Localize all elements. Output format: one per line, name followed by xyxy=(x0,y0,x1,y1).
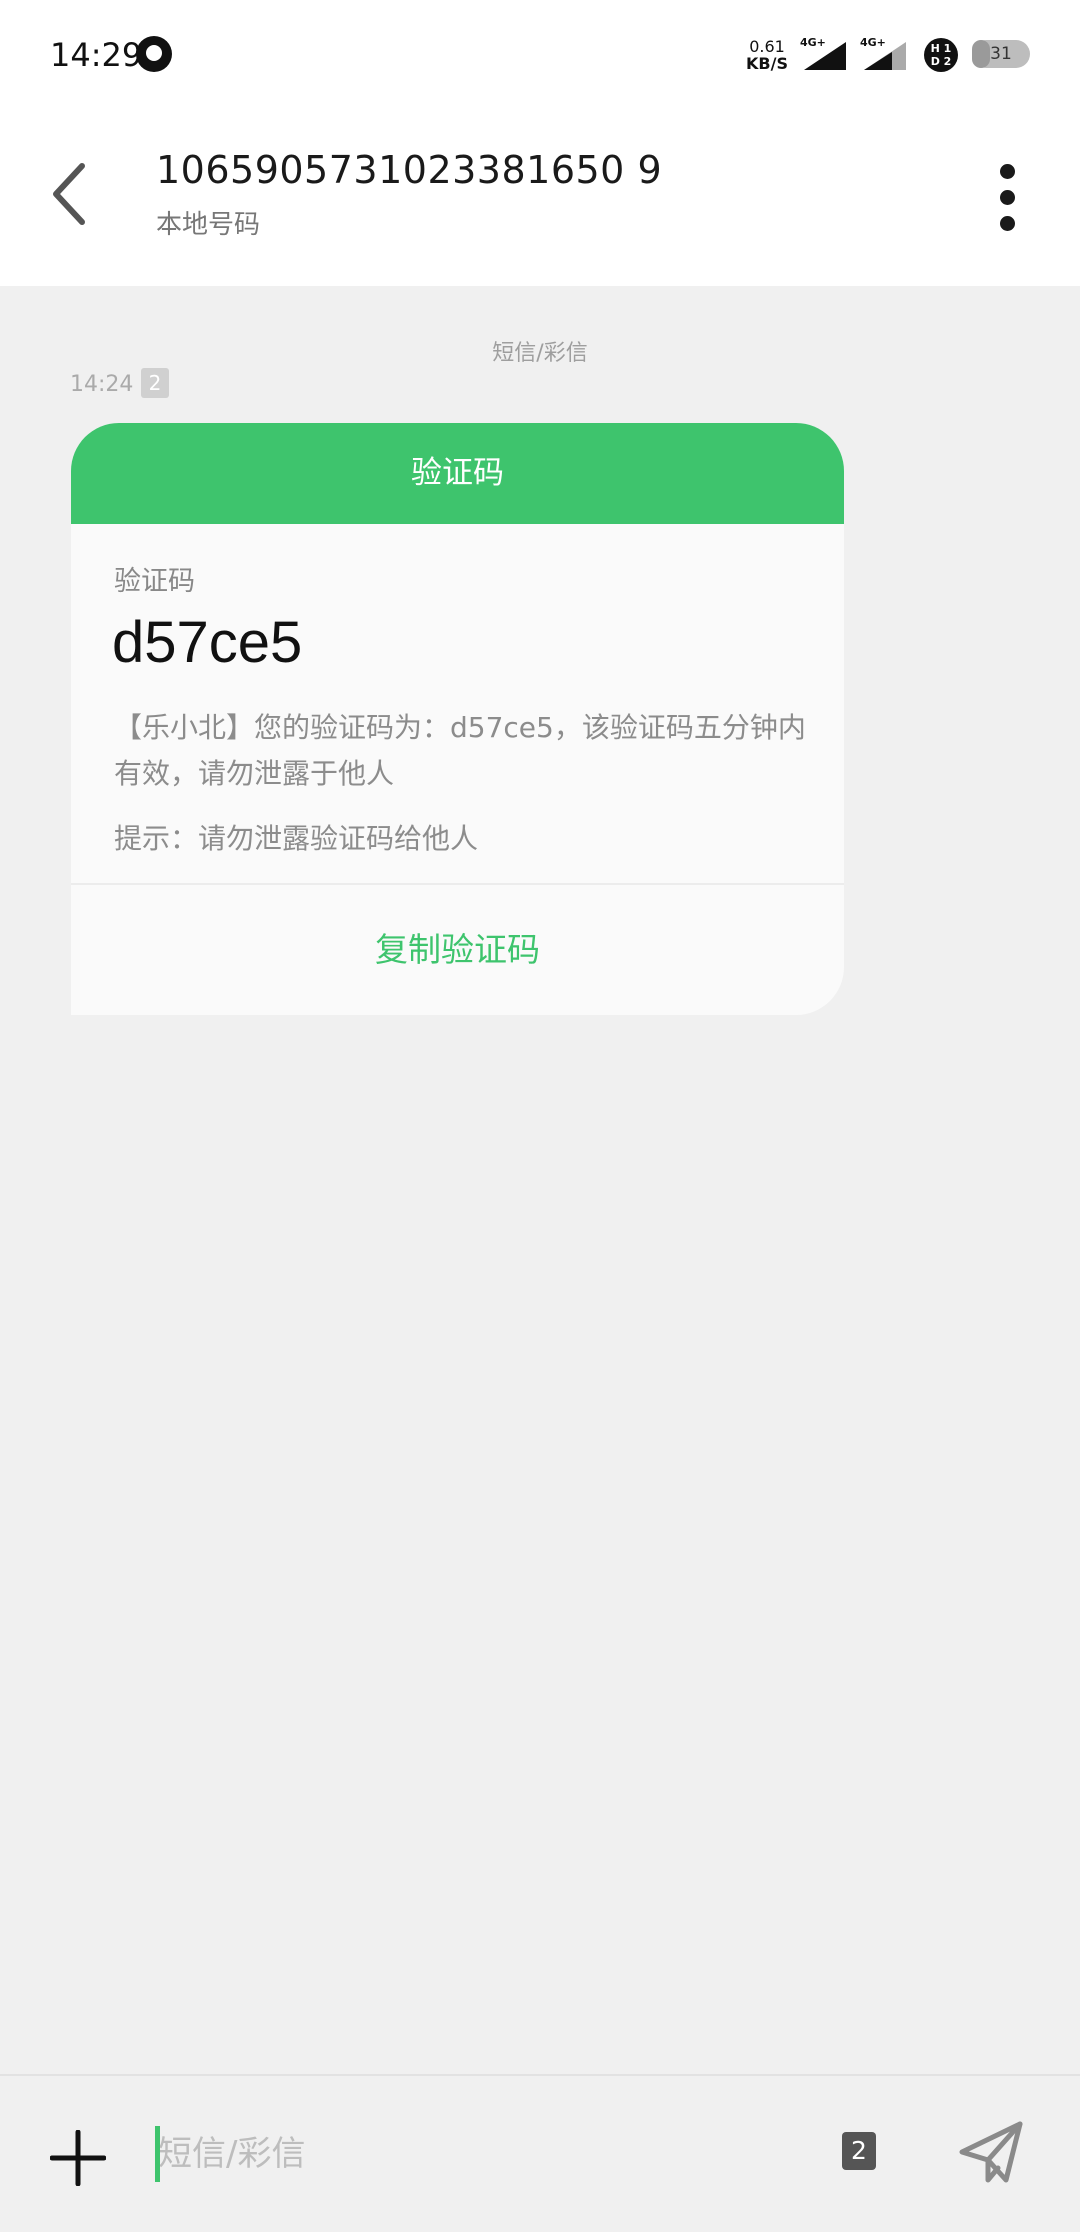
battery-level: 31 xyxy=(990,44,1012,64)
verification-code-card[interactable]: 验证码 验证码 d57ce5 【乐小北】您的验证码为：d57ce5，该验证码五分… xyxy=(71,423,844,1015)
security-hint: 提示：请勿泄露验证码给他人 xyxy=(114,822,479,855)
more-vertical-icon xyxy=(1000,216,1015,231)
message-body: 【乐小北】您的验证码为：d57ce5，该验证码五分钟内有效，请勿泄露于他人 xyxy=(114,711,806,790)
hd-top: H 1 xyxy=(930,42,952,55)
battery-icon: 31 xyxy=(972,40,1030,68)
text-cursor xyxy=(155,2126,160,2182)
chevron-left-icon xyxy=(53,163,85,225)
signal-icon-2: 4G+ xyxy=(860,36,906,70)
send-button[interactable] xyxy=(958,2120,1024,2186)
copy-code-button[interactable]: 复制验证码 xyxy=(71,885,844,1015)
compose-bar: 2 xyxy=(0,2076,1080,2232)
status-bar: 14:29 0.61 KB/S 4G+ 4G+ H 1 D 2 31 xyxy=(0,0,1080,110)
sim-card-icon: 2 xyxy=(141,368,169,398)
send-icon xyxy=(959,2121,1023,2183)
signal-icon-1: 4G+ xyxy=(800,36,846,70)
status-time: 14:29 xyxy=(50,36,143,74)
message-input[interactable] xyxy=(156,2118,778,2190)
network-speed-unit: KB/S xyxy=(746,54,788,73)
back-button[interactable] xyxy=(40,154,100,234)
hd-voice-icon: H 1 D 2 xyxy=(924,38,958,72)
contact-subtitle: 本地号码 xyxy=(156,210,261,240)
more-vertical-icon xyxy=(1000,164,1015,179)
card-title: 验证码 xyxy=(71,423,844,524)
more-options-button[interactable] xyxy=(986,158,1030,238)
verification-code: d57ce5 xyxy=(112,610,303,675)
network-speed-value: 0.61 xyxy=(749,37,785,56)
app-notification-icon xyxy=(136,36,172,72)
signal-label-2: 4G+ xyxy=(860,36,886,49)
sim-select-button[interactable]: 2 xyxy=(842,2132,876,2170)
hd-bottom: D 2 xyxy=(930,55,952,68)
network-speed: 0.61 KB/S xyxy=(742,38,792,72)
conversation-header: 1065905731023381650 9 本地号码 xyxy=(0,110,1080,286)
conversation-type-label: 短信/彩信 xyxy=(492,341,588,366)
signal-label-1: 4G+ xyxy=(800,36,826,49)
contact-number: 1065905731023381650 9 xyxy=(156,148,663,192)
more-vertical-icon xyxy=(1000,190,1015,205)
message-timestamp: 14:24 xyxy=(70,372,134,397)
attach-button[interactable] xyxy=(50,2130,106,2186)
code-label: 验证码 xyxy=(114,566,195,597)
plus-icon xyxy=(50,2130,106,2186)
